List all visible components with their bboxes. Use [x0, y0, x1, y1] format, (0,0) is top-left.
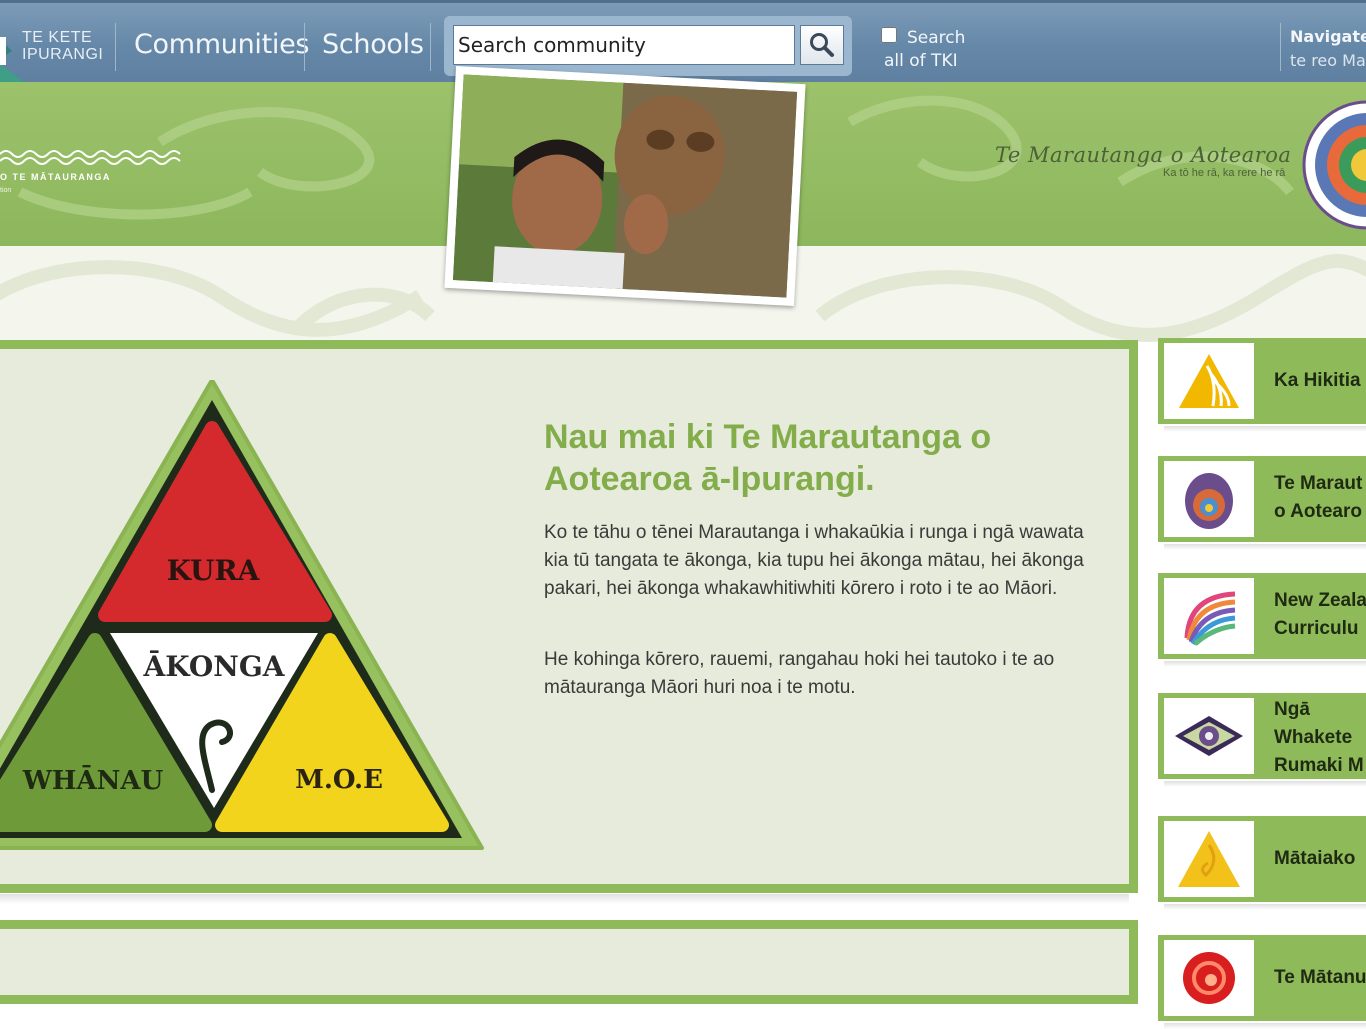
site-logo-text[interactable]: TE KETE IPURANGI	[22, 29, 103, 63]
whanau-label: WHĀNAU	[22, 765, 164, 796]
kura-label: KURA	[167, 554, 261, 587]
sidebar-item-icon-box	[1164, 343, 1254, 419]
red-circle-icon	[1183, 952, 1235, 1004]
ministry-logo-subtext: tion	[0, 187, 12, 194]
sidebar-item-label: Te Mātanu	[1274, 964, 1366, 992]
search-all-label-line2: all of TKI	[884, 51, 958, 71]
sidebar-item-icon-box	[1164, 940, 1254, 1016]
sidebar-item-icon-box	[1164, 578, 1254, 654]
search-all-label-line1: Search	[907, 28, 966, 48]
eye-diamond-icon	[1175, 716, 1243, 756]
sidebar-item-label: Ka Hikitia	[1274, 367, 1361, 395]
marautanga-spiral-logo-icon[interactable]	[1302, 100, 1366, 230]
sidebar-label-line: Te Maraut	[1274, 473, 1363, 494]
sidebar-label-line: o Aotearo	[1274, 501, 1362, 522]
moe-label: M.O.E	[295, 765, 383, 795]
nav-schools-link[interactable]: Schools	[322, 29, 424, 60]
marautanga-script-title: Te Marautanga o Aotearoa	[995, 143, 1292, 167]
logo-line2: IPURANGI	[22, 46, 104, 63]
nav-communities-link[interactable]: Communities	[134, 29, 309, 60]
sidebar-label-line: Mātaiako	[1274, 848, 1356, 869]
search-all-tki-label[interactable]: Search all of TKI	[884, 27, 965, 73]
sidebar-item-ka-hikitia[interactable]: Ka Hikitia	[1158, 338, 1366, 432]
sidebar-label-line: New Zeala	[1274, 590, 1366, 611]
search-icon	[810, 33, 834, 57]
sidebar-item-label: New Zeala Curriculu	[1274, 587, 1366, 643]
divider	[304, 23, 305, 71]
language-option-label: te reo Ma	[1290, 51, 1366, 70]
sidebar-label-line: Ngā	[1274, 699, 1310, 720]
sidebar-label-line: Whakete	[1274, 727, 1353, 748]
sidebar-item-mataiako[interactable]: Mātaiako	[1158, 816, 1366, 910]
fan-curriculum-icon	[1184, 591, 1236, 646]
welcome-heading: Nau mai ki Te Marautanga o Aotearoa ā-Ip…	[544, 418, 992, 498]
banner-photo-student-carving	[444, 65, 806, 307]
sidebar-item-te-matanui[interactable]: Te Mātanu	[1158, 935, 1366, 1029]
top-navigation-bar: TE KETE IPURANGI Communities Schools Sea…	[0, 0, 1366, 85]
spiral-shell-icon	[1185, 473, 1233, 529]
sidebar-item-te-marautanga[interactable]: Te Maraut o Aotearo	[1158, 456, 1366, 550]
education-triangle-diagram: KURA ĀKONGA WHĀNAU M.O.E	[0, 380, 484, 850]
marautanga-tagline: Ka tō he rā, ka rere he rā	[1163, 167, 1286, 179]
navigate-language-menu[interactable]: Navigate te reo Ma	[1290, 25, 1366, 73]
logo-line1: TE KETE	[22, 29, 93, 46]
sidebar-label-line: Ka Hikitia	[1274, 370, 1361, 391]
search-community-input[interactable]	[453, 25, 795, 65]
akonga-label: ĀKONGA	[143, 650, 286, 683]
yellow-triangle-icon	[1179, 354, 1239, 408]
divider	[1280, 23, 1281, 71]
search-box	[444, 16, 852, 76]
navigate-label: Navigate	[1290, 27, 1366, 46]
sidebar-item-label: Mātaiako	[1274, 845, 1355, 873]
sidebar-item-icon-box	[1164, 821, 1254, 897]
welcome-paragraph-2: He kohinga kōrero, rauemi, rangahau hoki…	[544, 649, 1055, 698]
divider	[430, 23, 431, 71]
ministry-logo-text[interactable]: O TE MĀTAURANGA	[0, 172, 111, 182]
sidebar-item-icon-box	[1164, 698, 1254, 774]
divider	[115, 23, 116, 71]
sidebar-item-nga-whanaketanga[interactable]: Ngā Whakete Rumaki M	[1158, 693, 1366, 787]
welcome-paragraph-1: Ko te tāhu o tēnei Marautanga i whakaūki…	[544, 522, 1084, 599]
lower-content-panel	[0, 920, 1138, 1004]
sidebar-item-label: Te Maraut o Aotearo	[1274, 470, 1362, 526]
sidebar-item-label: Ngā Whakete Rumaki M	[1274, 696, 1364, 780]
sidebar-item-new-zealand-curriculum[interactable]: New Zeala Curriculu	[1158, 573, 1366, 667]
mataiako-triangle-icon	[1178, 831, 1240, 887]
sidebar-label-line: Curriculu	[1274, 618, 1359, 639]
sidebar-label-line: Te Mātanu	[1274, 967, 1366, 988]
sidebar-item-icon-box	[1164, 461, 1254, 537]
sidebar-label-line: Rumaki M	[1274, 755, 1364, 776]
search-button[interactable]	[800, 25, 844, 65]
student-carving-photo-image	[452, 74, 798, 298]
